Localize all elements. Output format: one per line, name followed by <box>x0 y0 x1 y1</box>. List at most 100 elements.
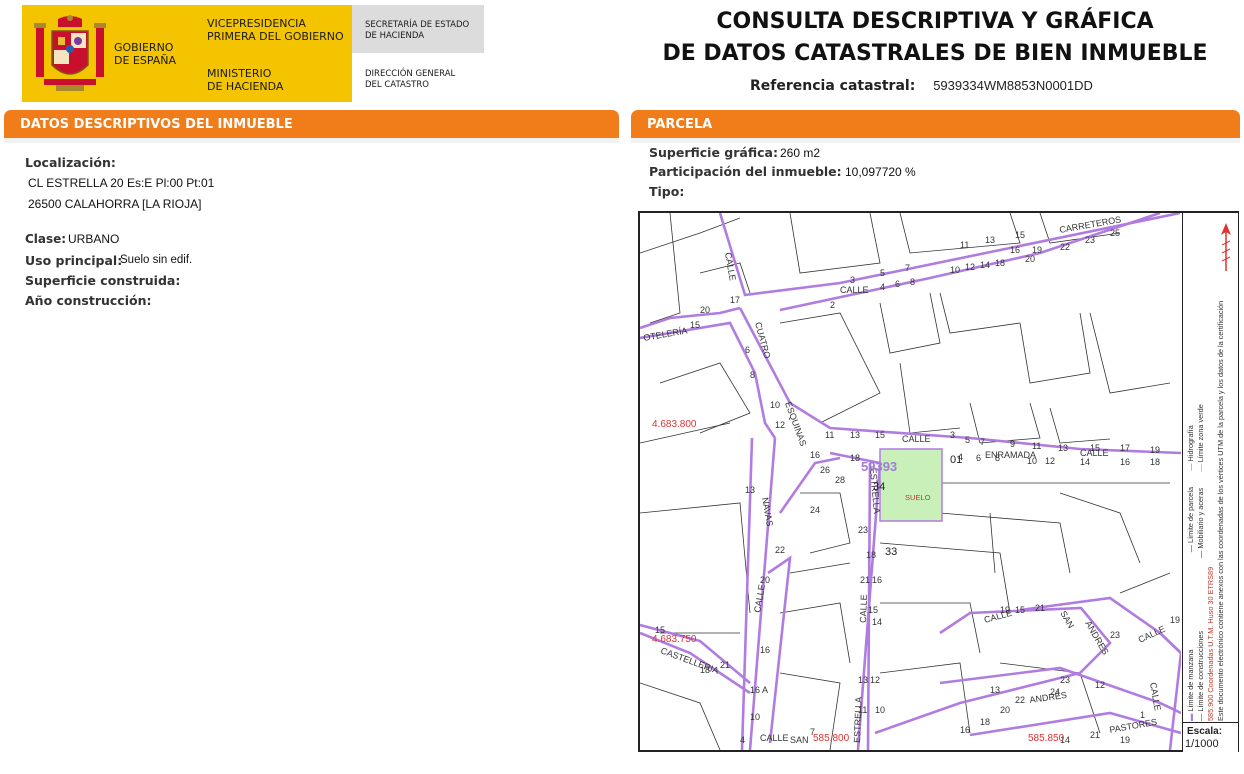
svg-text:15: 15 <box>690 320 700 330</box>
svg-text:22: 22 <box>1015 695 1025 705</box>
cadastral-map[interactable]: CALLE CALLE CARRETEROS CUATRO ESQUINAS N… <box>638 211 1239 752</box>
svg-text:16 A: 16 A <box>750 685 768 695</box>
anio-construccion-label: Año construcción: <box>25 293 152 308</box>
secretaria-text: SECRETARÍA DE ESTADO DE HACIENDA <box>365 20 470 41</box>
svg-text:15: 15 <box>1090 443 1100 453</box>
direccion-catastro-text: DIRECCIÓN GENERAL DEL CATASTRO <box>365 69 456 90</box>
localizacion-label: Localización: <box>25 155 116 170</box>
superficie-grafica-label: Superficie gráfica: <box>649 145 778 160</box>
svg-text:10: 10 <box>750 712 760 722</box>
svg-text:20: 20 <box>1000 705 1010 715</box>
tipo-label: Tipo: <box>649 184 685 199</box>
address-line1: CL ESTRELLA 20 Es:E Pl:00 Pt:01 <box>28 176 215 190</box>
referencia-catastral: Referencia catastral: 5939334WM8853N0001… <box>750 77 1093 94</box>
legend-item-mobiliario: — Mobiliario y aceras <box>1196 487 1205 558</box>
svg-text:14: 14 <box>1080 457 1090 467</box>
svg-text:13: 13 <box>985 235 995 245</box>
section-divider <box>631 138 1240 143</box>
svg-text:21: 21 <box>860 575 870 585</box>
coord-x-585800: 585.800 <box>813 733 850 744</box>
svg-text:21: 21 <box>1035 603 1045 613</box>
scale-label: Escala: <box>1187 726 1223 737</box>
svg-text:23: 23 <box>1085 235 1095 245</box>
svg-text:SAN: SAN <box>1058 609 1076 630</box>
scale-box: Escala: 1/1000 <box>1182 722 1238 752</box>
svg-text:7: 7 <box>980 437 985 447</box>
svg-text:1: 1 <box>1140 710 1145 720</box>
svg-text:12: 12 <box>775 420 785 430</box>
page-title: CONSULTA DESCRIPTIVA Y GRÁFICA DE DATOS … <box>662 9 1208 66</box>
svg-text:18: 18 <box>866 550 876 560</box>
coord-y-4683800: 4.683.800 <box>652 419 697 430</box>
svg-text:20: 20 <box>700 305 710 315</box>
gobierno-logo-block: GOBIERNO DE ESPAÑA VICEPRESIDENCIA PRIME… <box>22 5 352 102</box>
address-line2: 26500 CALAHORRA [LA RIOJA] <box>28 197 202 211</box>
referencia-value: 5939334WM8853N0001DD <box>933 78 1093 93</box>
svg-text:15: 15 <box>875 430 885 440</box>
coord-x-585850: 585.850 <box>1028 733 1065 744</box>
svg-text:9: 9 <box>1010 439 1015 449</box>
svg-text:20: 20 <box>760 575 770 585</box>
svg-text:16: 16 <box>872 575 882 585</box>
legend-item-manzana: ▬ Límite de manzana <box>1186 649 1195 721</box>
uso-principal-label: Uso principal: <box>25 253 123 268</box>
svg-text:20: 20 <box>1025 254 1035 264</box>
legend-item-parcela: — Límite de parcela <box>1186 486 1195 553</box>
svg-text:6: 6 <box>895 279 900 289</box>
svg-text:11: 11 <box>858 705 867 715</box>
svg-text:22: 22 <box>775 545 785 555</box>
vicepresidencia-text: VICEPRESIDENCIA PRIMERA DEL GOBIERNO <box>207 17 344 43</box>
svg-text:CALLE: CALLE <box>752 584 767 614</box>
svg-text:15: 15 <box>1015 230 1025 240</box>
map-drawing: CALLE CALLE CARRETEROS CUATRO ESQUINAS N… <box>640 213 1181 750</box>
gobierno-espana-text: GOBIERNO DE ESPAÑA <box>114 41 177 67</box>
svg-text:14: 14 <box>872 617 882 627</box>
legend-coordinates: 585.900 Coordenadas U.T.M. Huso 30 ETRS8… <box>1206 566 1215 721</box>
svg-text:8: 8 <box>750 370 755 380</box>
svg-text:23: 23 <box>1110 630 1120 640</box>
svg-text:12: 12 <box>870 675 880 685</box>
svg-text:13: 13 <box>990 685 1000 695</box>
svg-text:ESTRELLA: ESTRELLA <box>852 697 864 743</box>
svg-text:13: 13 <box>850 430 860 440</box>
svg-text:10: 10 <box>770 400 780 410</box>
svg-text:10: 10 <box>950 265 960 275</box>
svg-text:19: 19 <box>1170 615 1180 625</box>
svg-text:10: 10 <box>875 705 885 715</box>
svg-text:12: 12 <box>1095 680 1105 690</box>
svg-text:24: 24 <box>810 505 820 515</box>
superficie-grafica-value: 260 m2 <box>780 146 821 160</box>
svg-text:5: 5 <box>965 435 970 445</box>
ministerio-text: MINISTERIO DE HACIENDA <box>207 67 284 93</box>
svg-text:24: 24 <box>1050 687 1060 697</box>
svg-text:13: 13 <box>745 485 755 495</box>
svg-text:3: 3 <box>950 430 955 440</box>
coat-of-arms-icon <box>34 15 106 91</box>
svg-text:SAN: SAN <box>790 735 809 745</box>
clase-value: URBANO <box>68 232 120 246</box>
svg-text:8: 8 <box>910 277 915 287</box>
label-33: 33 <box>885 546 898 558</box>
svg-text:23: 23 <box>858 525 868 535</box>
svg-text:28: 28 <box>835 475 845 485</box>
legend-text: ▬ Límite de manzana — Límite de parcela … <box>1186 216 1226 721</box>
svg-text:22: 22 <box>1060 242 1070 252</box>
svg-text:16: 16 <box>960 725 970 735</box>
svg-text:19: 19 <box>1150 445 1160 455</box>
coord-y-4683750: 4.683.750 <box>652 634 697 645</box>
svg-text:4: 4 <box>880 282 885 292</box>
parcela-header: PARCELA <box>631 110 1240 138</box>
participacion-value: 10,097720 % <box>845 165 916 179</box>
suelo-label: SUELO <box>905 493 931 502</box>
svg-text:CALLE: CALLE <box>902 434 931 444</box>
svg-text:ESQUINAS: ESQUINAS <box>783 400 808 447</box>
svg-text:23: 23 <box>1060 675 1070 685</box>
datos-descriptivos-header: DATOS DESCRIPTIVOS DEL INMUEBLE <box>4 110 619 138</box>
svg-text:CALLE: CALLE <box>840 285 869 295</box>
svg-text:18: 18 <box>700 665 710 675</box>
svg-text:21: 21 <box>720 660 730 670</box>
svg-text:14: 14 <box>980 260 990 270</box>
svg-text:16: 16 <box>810 450 820 460</box>
svg-text:11: 11 <box>1032 441 1041 451</box>
label-01: 01 <box>950 454 963 466</box>
